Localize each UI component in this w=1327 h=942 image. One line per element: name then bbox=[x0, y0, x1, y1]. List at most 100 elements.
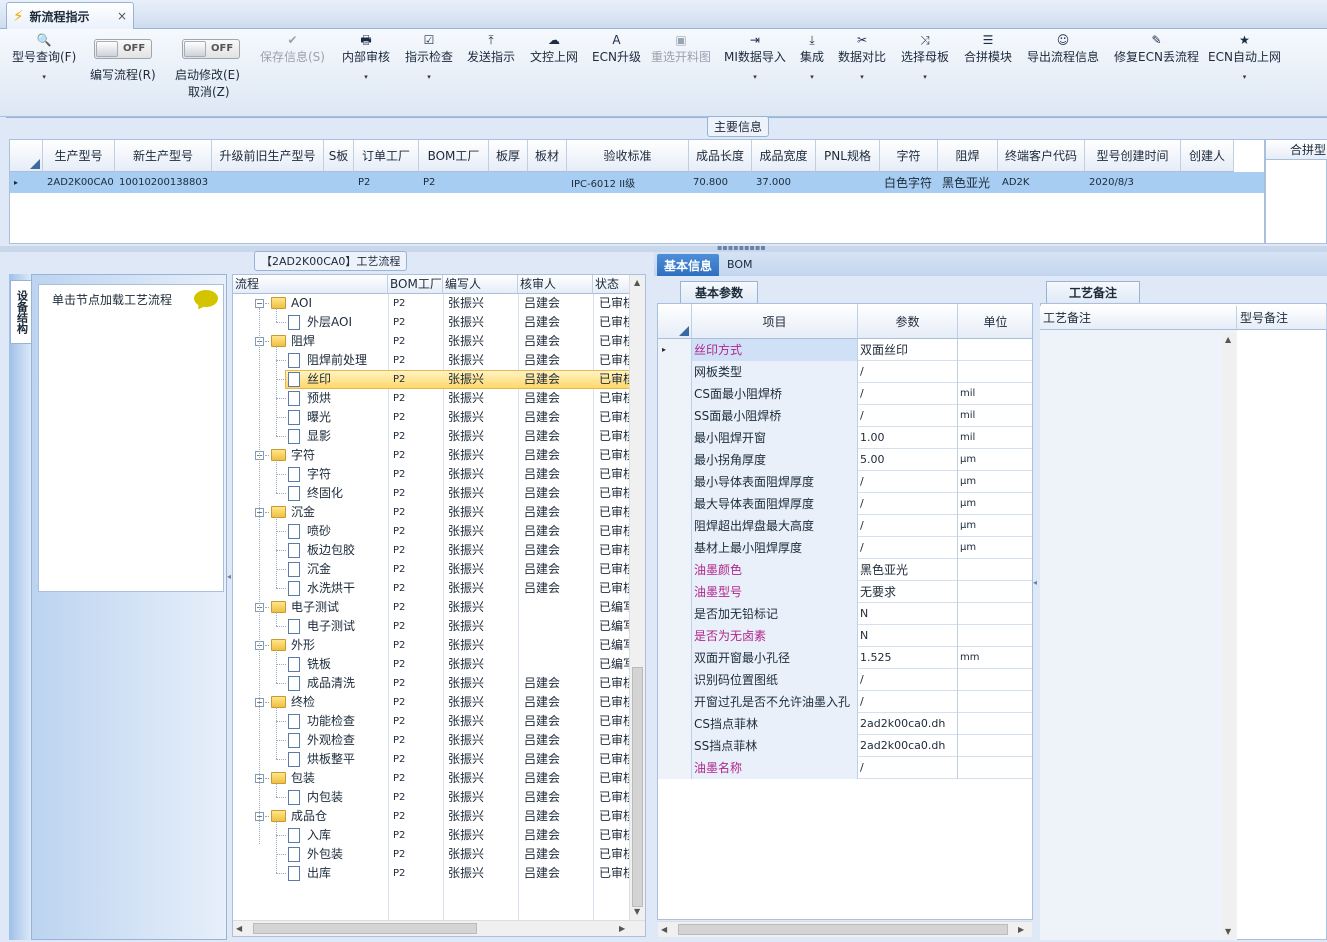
tree-row[interactable]: −沉金P2张振兴吕建会已审核 bbox=[233, 503, 631, 522]
tree-row[interactable]: 外层AOI P2 张振兴 吕建会 已审核 bbox=[233, 313, 631, 332]
tree-row[interactable]: −终检P2张振兴吕建会已审核 bbox=[233, 693, 631, 712]
main-row-cell[interactable] bbox=[1181, 172, 1234, 193]
param-value[interactable]: / bbox=[858, 493, 958, 515]
main-row-cell[interactable]: 37.000 bbox=[752, 172, 816, 193]
tree-row[interactable]: 喷砂 P2 张振兴 吕建会 已审核 bbox=[233, 522, 631, 541]
remark-vertical-scrollbar[interactable]: ▲ ▼ bbox=[1222, 333, 1236, 939]
scroll-up-icon[interactable]: ▲ bbox=[1225, 335, 1231, 344]
tree-row[interactable]: 外观检查 P2 张振兴 吕建会 已审核 bbox=[233, 731, 631, 750]
instruction-check-button[interactable]: ☑ 指示检查 ▾ bbox=[405, 33, 453, 81]
integrate-button[interactable]: ⤓ 集成 ▾ bbox=[800, 33, 824, 81]
param-row[interactable]: ▸ 丝印方式 双面丝印 bbox=[658, 339, 1032, 361]
main-row-cell[interactable] bbox=[528, 172, 567, 193]
tree-row[interactable]: 烘板整平 P2 张振兴 吕建会 已审核 bbox=[233, 750, 631, 769]
main-row-cell[interactable] bbox=[212, 172, 324, 193]
internal-review-button[interactable]: 🖶 内部审核 ▾ bbox=[342, 33, 390, 81]
main-row-cell[interactable]: 黑色亚光 bbox=[938, 172, 998, 193]
tree-col-header[interactable]: 状态 bbox=[593, 275, 633, 294]
param-value[interactable]: 5.00 bbox=[858, 449, 958, 471]
main-col-header[interactable]: 验收标准 bbox=[567, 140, 689, 172]
main-row-cell[interactable]: P2 bbox=[354, 172, 419, 193]
param-row[interactable]: 最小导体表面阻焊厚度 / μm bbox=[658, 471, 1032, 493]
middle-collapse-arrow-icon[interactable]: ◂ bbox=[1033, 578, 1037, 587]
param-value[interactable]: N bbox=[858, 603, 958, 625]
tree-row[interactable]: − AOI P2 张振兴 吕建会 已审核 bbox=[233, 294, 631, 313]
param-value[interactable]: / bbox=[858, 515, 958, 537]
tree-row[interactable]: 内包装 P2 张振兴 吕建会 已审核 bbox=[233, 788, 631, 807]
dropdown-arrow-icon[interactable]: ▾ bbox=[810, 73, 814, 81]
tab-new-process-instruction[interactable]: ⚡ 新流程指示 × bbox=[6, 2, 134, 29]
param-row[interactable]: 基材上最小阻焊厚度 / μm bbox=[658, 537, 1032, 559]
main-col-header[interactable]: 阻焊 bbox=[938, 140, 998, 172]
main-row-cell[interactable]: P2 bbox=[419, 172, 489, 193]
save-info-button[interactable]: ✔ 保存信息(S) bbox=[260, 33, 325, 64]
main-col-header[interactable]: 生产型号 bbox=[43, 140, 115, 172]
mi-data-import-button[interactable]: ⇥ MI数据导入 ▾ bbox=[724, 33, 786, 81]
main-col-header[interactable]: 字符 bbox=[880, 140, 938, 172]
main-row-cell[interactable]: 10010200138803 bbox=[115, 172, 212, 193]
tree-row[interactable]: 成品清洗 P2 张振兴 吕建会 已审核 bbox=[233, 674, 631, 693]
main-col-header[interactable]: 新生产型号 bbox=[115, 140, 212, 172]
close-icon[interactable]: × bbox=[117, 9, 127, 23]
dropdown-arrow-icon[interactable]: ▾ bbox=[923, 73, 927, 81]
param-row[interactable]: 最小阻焊开窗 1.00 mil bbox=[658, 427, 1032, 449]
data-compare-button[interactable]: ✂ 数据对比 ▾ bbox=[838, 33, 886, 81]
param-row[interactable]: 网板类型 / bbox=[658, 361, 1032, 383]
load-hint-box[interactable] bbox=[38, 284, 224, 592]
param-value[interactable]: 2ad2k00ca0.dh bbox=[858, 713, 958, 735]
tree-col-header[interactable]: 编写人 bbox=[443, 275, 518, 294]
tree-col-header[interactable]: 流程 bbox=[233, 275, 388, 294]
select-mother-board-button[interactable]: ⤨ 选择母板 ▾ bbox=[901, 33, 949, 81]
param-col-header[interactable]: 项目 bbox=[692, 304, 858, 339]
param-row[interactable]: 开窗过孔是否不允许油墨入孔 / bbox=[658, 691, 1032, 713]
param-row[interactable]: 识别码位置图纸 / bbox=[658, 669, 1032, 691]
scroll-thumb[interactable] bbox=[678, 924, 1008, 935]
scroll-down-icon[interactable]: ▼ bbox=[634, 907, 640, 916]
tab-basic-info[interactable]: 基本信息 bbox=[657, 254, 719, 276]
main-row-cell[interactable]: AD2K bbox=[998, 172, 1085, 193]
param-row[interactable]: SS面最小阻焊桥 / mil bbox=[658, 405, 1032, 427]
tree-row[interactable]: 显影 P2 张振兴 吕建会 已审核 bbox=[233, 427, 631, 446]
param-value[interactable]: / bbox=[858, 405, 958, 427]
tree-row[interactable]: 阻焊前处理 P2 张振兴 吕建会 已审核 bbox=[233, 351, 631, 370]
param-row[interactable]: 阻焊超出焊盘最大高度 / μm bbox=[658, 515, 1032, 537]
scroll-up-icon[interactable]: ▲ bbox=[634, 278, 640, 287]
params-horizontal-scrollbar[interactable]: ◀ ▶ bbox=[658, 921, 1032, 937]
main-row-cell[interactable]: IPC-6012 II级 bbox=[567, 172, 689, 193]
scroll-thumb[interactable] bbox=[253, 923, 477, 934]
tree-row[interactable]: 铣板 P2 张振兴 已编写 bbox=[233, 655, 631, 674]
tree-row[interactable]: −成品仓P2张振兴吕建会已审核 bbox=[233, 807, 631, 826]
tab-process-remarks[interactable]: 工艺备注 bbox=[1046, 281, 1140, 303]
param-row[interactable]: 最小拐角厚度 5.00 μm bbox=[658, 449, 1032, 471]
param-col-header[interactable]: 单位 bbox=[958, 304, 1032, 339]
param-row[interactable]: CS面最小阻焊桥 / mil bbox=[658, 383, 1032, 405]
tab-basic-params[interactable]: 基本参数 bbox=[680, 281, 758, 303]
tree-row[interactable]: 沉金 P2 张振兴 吕建会 已审核 bbox=[233, 560, 631, 579]
send-instruction-button[interactable]: ⤒ 发送指示 bbox=[467, 33, 515, 64]
tree-vertical-scrollbar[interactable]: ▲ ▼ bbox=[629, 275, 645, 920]
param-value[interactable]: 1.00 bbox=[858, 427, 958, 449]
tree-horizontal-scrollbar[interactable]: ◀ ▶ bbox=[233, 920, 645, 936]
main-row-cell[interactable]: 白色字符 bbox=[880, 172, 938, 193]
main-col-header[interactable]: 成品宽度 bbox=[752, 140, 816, 172]
main-row-cell[interactable]: 2020/8/3 bbox=[1085, 172, 1181, 193]
param-value[interactable]: / bbox=[858, 669, 958, 691]
param-value[interactable]: N bbox=[858, 625, 958, 647]
cancel-label[interactable]: 取消(Z) bbox=[188, 83, 230, 100]
tree-row[interactable]: 丝印 P2 张振兴 吕建会 已审核 bbox=[233, 370, 631, 389]
merge-module-button[interactable]: ☰ 合拼模块 bbox=[964, 33, 1012, 64]
main-col-header[interactable]: 型号创建时间 bbox=[1085, 140, 1181, 172]
tree-row[interactable]: −阻焊P2张振兴吕建会已审核 bbox=[233, 332, 631, 351]
param-row[interactable]: CS挡点菲林 2ad2k00ca0.dh bbox=[658, 713, 1032, 735]
tree-row[interactable]: 水洗烘干 P2 张振兴 吕建会 已审核 bbox=[233, 579, 631, 598]
param-value[interactable]: 双面丝印 bbox=[858, 339, 958, 361]
param-col-header[interactable]: 参数 bbox=[858, 304, 958, 339]
tree-row[interactable]: −外形P2张振兴已编写 bbox=[233, 636, 631, 655]
ecn-auto-online-button[interactable]: ★ ECN自动上网 ▾ bbox=[1208, 33, 1281, 81]
tab-equipment-structure[interactable]: 设备结构 bbox=[10, 280, 32, 344]
scroll-thumb[interactable] bbox=[632, 667, 643, 907]
main-row-cell[interactable]: 70.800 bbox=[689, 172, 752, 193]
param-row[interactable]: 最大导体表面阻焊厚度 / μm bbox=[658, 493, 1032, 515]
param-value[interactable]: / bbox=[858, 383, 958, 405]
param-value[interactable]: 1.525 bbox=[858, 647, 958, 669]
